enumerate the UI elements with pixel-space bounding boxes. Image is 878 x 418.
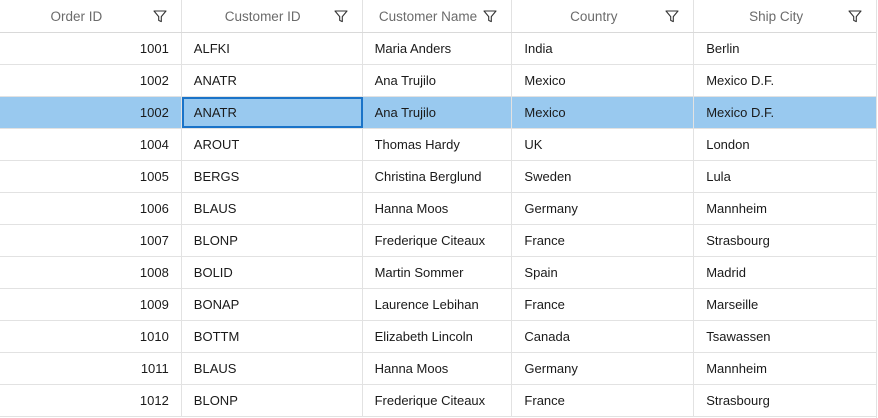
cell-country[interactable]: Germany: [512, 193, 695, 224]
cell-country[interactable]: France: [512, 289, 695, 320]
cell-ship-city[interactable]: Mannheim: [694, 353, 876, 384]
cell-order-id[interactable]: 1002: [0, 97, 182, 128]
cell-customer-id[interactable]: BLONP: [182, 385, 363, 416]
cell-ship-city[interactable]: Tsawassen: [694, 321, 876, 352]
cell-country[interactable]: UK: [512, 129, 695, 160]
column-header-label: Order ID: [50, 8, 103, 24]
filter-icon[interactable]: [153, 10, 167, 23]
column-header-ship-city[interactable]: Ship City: [694, 0, 876, 32]
data-grid: Order ID Customer ID Customer Name Count…: [0, 0, 877, 418]
cell-ship-city[interactable]: Lula: [694, 161, 876, 192]
table-row[interactable]: 1002 ANATR Ana Trujilo Mexico Mexico D.F…: [0, 65, 876, 97]
cell-customer-name[interactable]: Martin Sommer: [363, 257, 513, 288]
cell-order-id[interactable]: 1007: [0, 225, 182, 256]
table-row-selected[interactable]: 1002 ANATR Ana Trujilo Mexico Mexico D.F…: [0, 97, 876, 129]
table-row[interactable]: 1011 BLAUS Hanna Moos Germany Mannheim: [0, 353, 876, 385]
cell-ship-city[interactable]: Strasbourg: [694, 385, 876, 416]
table-row[interactable]: 1006 BLAUS Hanna Moos Germany Mannheim: [0, 193, 876, 225]
cell-customer-id-focused[interactable]: ANATR: [181, 97, 363, 128]
cell-customer-id[interactable]: BERGS: [182, 161, 363, 192]
cell-order-id[interactable]: 1010: [0, 321, 182, 352]
cell-customer-id[interactable]: ALFKI: [182, 33, 363, 64]
cell-customer-name[interactable]: Ana Trujilo: [363, 97, 513, 128]
cell-order-id[interactable]: 1011: [0, 353, 182, 384]
cell-customer-name[interactable]: Frederique Citeaux: [363, 385, 513, 416]
column-header-label: Country: [570, 8, 618, 24]
cell-ship-city[interactable]: Marseille: [694, 289, 876, 320]
cell-customer-name[interactable]: Frederique Citeaux: [363, 225, 513, 256]
cell-customer-name[interactable]: Elizabeth Lincoln: [363, 321, 513, 352]
column-header-label: Customer Name: [378, 8, 478, 24]
filter-icon[interactable]: [483, 10, 497, 23]
cell-customer-name[interactable]: Christina Berglund: [363, 161, 513, 192]
cell-customer-id[interactable]: BOTTM: [182, 321, 363, 352]
column-header-customer-name[interactable]: Customer Name: [363, 0, 513, 32]
cell-order-id[interactable]: 1012: [0, 385, 182, 416]
cell-order-id[interactable]: 1004: [0, 129, 182, 160]
cell-order-id[interactable]: 1002: [0, 65, 182, 96]
column-header-country[interactable]: Country: [512, 0, 695, 32]
cell-customer-name[interactable]: Hanna Moos: [363, 193, 513, 224]
table-row[interactable]: 1004 AROUT Thomas Hardy UK London: [0, 129, 876, 161]
cell-customer-id[interactable]: BLAUS: [182, 193, 363, 224]
table-row[interactable]: 1007 BLONP Frederique Citeaux France Str…: [0, 225, 876, 257]
table-row[interactable]: 1010 BOTTM Elizabeth Lincoln Canada Tsaw…: [0, 321, 876, 353]
cell-customer-id[interactable]: BLAUS: [182, 353, 363, 384]
cell-order-id[interactable]: 1001: [0, 33, 182, 64]
cell-ship-city[interactable]: Berlin: [694, 33, 876, 64]
cell-order-id[interactable]: 1008: [0, 257, 182, 288]
cell-ship-city[interactable]: Madrid: [694, 257, 876, 288]
cell-country[interactable]: Mexico: [512, 97, 695, 128]
filter-icon[interactable]: [848, 10, 862, 23]
cell-order-id[interactable]: 1006: [0, 193, 182, 224]
cell-country[interactable]: Sweden: [512, 161, 695, 192]
cell-ship-city[interactable]: Mannheim: [694, 193, 876, 224]
column-header-order-id[interactable]: Order ID: [0, 0, 182, 32]
cell-customer-id[interactable]: BOLID: [182, 257, 363, 288]
cell-ship-city[interactable]: Strasbourg: [694, 225, 876, 256]
cell-country[interactable]: Germany: [512, 353, 695, 384]
table-row[interactable]: 1001 ALFKI Maria Anders India Berlin: [0, 33, 876, 65]
cell-country[interactable]: France: [512, 385, 695, 416]
cell-customer-id[interactable]: BONAP: [182, 289, 363, 320]
cell-customer-name[interactable]: Thomas Hardy: [363, 129, 513, 160]
filter-icon[interactable]: [334, 10, 348, 23]
table-row[interactable]: 1008 BOLID Martin Sommer Spain Madrid: [0, 257, 876, 289]
column-header-label: Customer ID: [224, 8, 301, 24]
cell-customer-name[interactable]: Maria Anders: [363, 33, 513, 64]
filter-icon[interactable]: [665, 10, 679, 23]
cell-country[interactable]: Mexico: [512, 65, 695, 96]
cell-ship-city[interactable]: Mexico D.F.: [694, 65, 876, 96]
cell-customer-id[interactable]: AROUT: [182, 129, 363, 160]
cell-ship-city[interactable]: Mexico D.F.: [694, 97, 876, 128]
cell-customer-id[interactable]: BLONP: [182, 225, 363, 256]
cell-ship-city[interactable]: London: [694, 129, 876, 160]
column-header-label: Ship City: [749, 8, 804, 24]
cell-country[interactable]: Canada: [512, 321, 695, 352]
cell-customer-name[interactable]: Laurence Lebihan: [363, 289, 513, 320]
cell-order-id[interactable]: 1005: [0, 161, 182, 192]
cell-country[interactable]: India: [512, 33, 695, 64]
table-row[interactable]: 1005 BERGS Christina Berglund Sweden Lul…: [0, 161, 876, 193]
column-header-customer-id[interactable]: Customer ID: [182, 0, 363, 32]
cell-customer-name[interactable]: Ana Trujilo: [363, 65, 513, 96]
table-row[interactable]: 1009 BONAP Laurence Lebihan France Marse…: [0, 289, 876, 321]
header-row: Order ID Customer ID Customer Name Count…: [0, 0, 876, 33]
cell-country[interactable]: France: [512, 225, 695, 256]
table-row[interactable]: 1012 BLONP Frederique Citeaux France Str…: [0, 385, 876, 417]
cell-customer-id[interactable]: ANATR: [182, 65, 363, 96]
cell-customer-name[interactable]: Hanna Moos: [363, 353, 513, 384]
cell-order-id[interactable]: 1009: [0, 289, 182, 320]
cell-country[interactable]: Spain: [512, 257, 695, 288]
